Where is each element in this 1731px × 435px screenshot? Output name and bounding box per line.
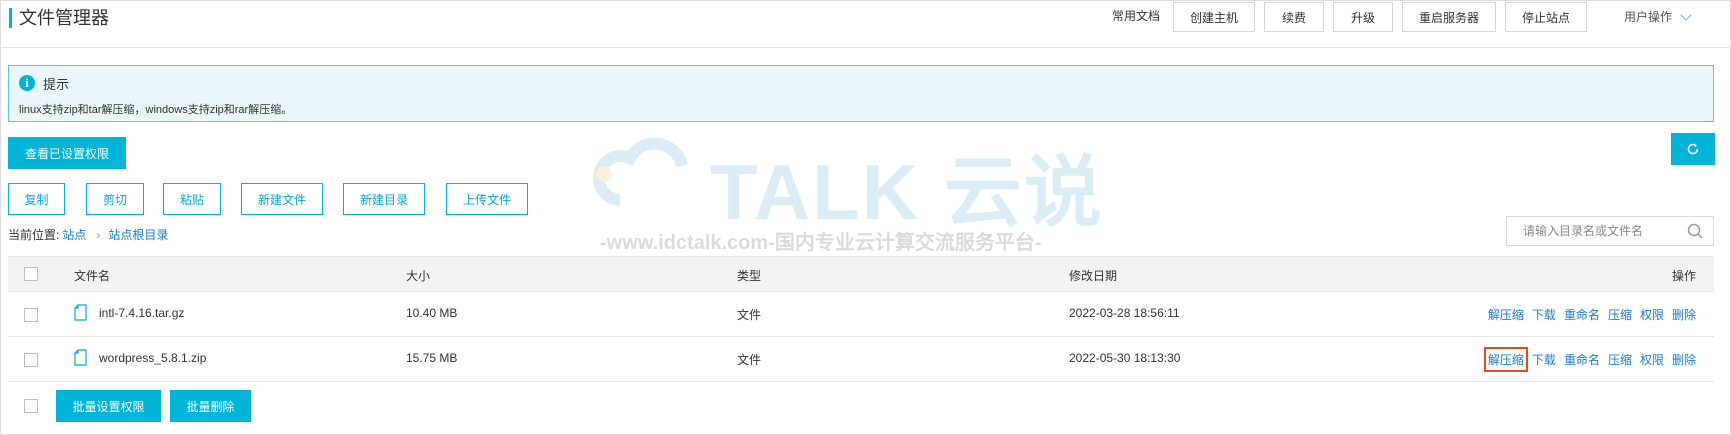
file-size: 10.40 MB xyxy=(406,306,458,320)
refresh-button[interactable] xyxy=(1671,133,1715,165)
file-type: 文件 xyxy=(737,353,762,367)
search-input[interactable] xyxy=(1507,217,1677,245)
breadcrumb: 当前位置: 站点 › 站点根目录 xyxy=(8,226,168,243)
header-actions: 操作 xyxy=(1671,269,1696,283)
file-type: 文件 xyxy=(737,308,762,322)
new-file-button[interactable]: 新建文件 xyxy=(241,183,323,215)
file-name[interactable]: intl-7.4.16.tar.gz xyxy=(99,306,184,320)
copy-button[interactable]: 复制 xyxy=(8,183,65,215)
create-host-button[interactable]: 创建主机 xyxy=(1173,2,1255,32)
notice-box: i 提示 linux支持zip和tar解压缩，windows支持zip和rar解… xyxy=(8,65,1714,122)
download-link[interactable]: 下载 xyxy=(1532,351,1556,368)
select-all-checkbox[interactable] xyxy=(24,267,38,281)
info-icon: i xyxy=(19,75,35,91)
chevron-down-icon xyxy=(1680,8,1692,21)
page-title: 文件管理器 xyxy=(19,8,109,28)
header-name: 文件名 xyxy=(74,269,111,283)
row-checkbox[interactable] xyxy=(24,353,38,367)
batch-set-permissions-button[interactable]: 批量设置权限 xyxy=(56,390,161,422)
notice-title: 提示 xyxy=(43,77,70,92)
batch-delete-button[interactable]: 批量删除 xyxy=(170,390,251,422)
file-modified: 2022-05-30 18:13:30 xyxy=(1069,351,1181,365)
row-actions: 解压缩 下载 重命名 压缩 权限 删除 xyxy=(1488,306,1696,323)
row-checkbox[interactable] xyxy=(24,308,38,322)
file-modified: 2022-03-28 18:56:11 xyxy=(1069,306,1180,320)
paste-button[interactable]: 粘贴 xyxy=(163,183,221,215)
notice-text: linux支持zip和tar解压缩，windows支持zip和rar解压缩。 xyxy=(19,104,293,116)
compress-link[interactable]: 压缩 xyxy=(1608,351,1632,368)
table-header: 文件名 大小 类型 修改日期 操作 xyxy=(8,256,1714,292)
search-box xyxy=(1506,216,1714,246)
table-row: intl-7.4.16.tar.gz 10.40 MB 文件 2022-03-2… xyxy=(8,292,1714,337)
extract-link[interactable]: 解压缩 xyxy=(1483,347,1528,372)
download-link[interactable]: 下载 xyxy=(1532,306,1556,323)
file-name[interactable]: wordpress_5.8.1.zip xyxy=(99,351,206,365)
search-icon[interactable] xyxy=(1687,223,1703,239)
user-ops-label: 用户操作 xyxy=(1624,10,1673,24)
breadcrumb-prefix: 当前位置: xyxy=(8,228,60,242)
breadcrumb-item-site-root[interactable]: 站点根目录 xyxy=(108,226,168,243)
rename-link[interactable]: 重命名 xyxy=(1564,306,1600,323)
new-directory-button[interactable]: 新建目录 xyxy=(343,183,425,215)
user-ops-dropdown[interactable]: 用户操作 xyxy=(1624,8,1692,25)
refresh-icon xyxy=(1687,143,1699,155)
upload-file-button[interactable]: 上传文件 xyxy=(446,183,528,215)
common-docs-link[interactable]: 常用文档 xyxy=(1112,7,1160,24)
delete-link[interactable]: 删除 xyxy=(1672,351,1696,368)
view-permissions-button[interactable]: 查看已设置权限 xyxy=(8,137,126,169)
delete-link[interactable]: 删除 xyxy=(1672,306,1696,323)
permissions-link[interactable]: 权限 xyxy=(1640,351,1664,368)
header: 文件管理器 常用文档 创建主机 续费 升级 重启服务器 停止站点 用户操作 xyxy=(0,0,1731,48)
permissions-link[interactable]: 权限 xyxy=(1640,306,1664,323)
stop-site-button[interactable]: 停止站点 xyxy=(1505,2,1587,32)
title-accent-bar xyxy=(9,8,12,28)
file-size: 15.75 MB xyxy=(406,351,458,365)
file-icon xyxy=(74,349,87,366)
cut-button[interactable]: 剪切 xyxy=(86,183,144,215)
compress-link[interactable]: 压缩 xyxy=(1608,306,1632,323)
rename-link[interactable]: 重命名 xyxy=(1564,351,1600,368)
breadcrumb-item-site[interactable]: 站点 xyxy=(62,226,86,243)
header-size: 大小 xyxy=(406,269,431,283)
table-row: wordpress_5.8.1.zip 15.75 MB 文件 2022-05-… xyxy=(8,337,1714,382)
batch-select-checkbox[interactable] xyxy=(24,399,38,413)
header-modified: 修改日期 xyxy=(1069,269,1118,283)
restart-server-button[interactable]: 重启服务器 xyxy=(1402,2,1496,32)
extract-link[interactable]: 解压缩 xyxy=(1488,306,1524,323)
file-icon xyxy=(74,304,87,321)
upgrade-button[interactable]: 升级 xyxy=(1333,2,1393,32)
row-actions: 解压缩 下载 重命名 压缩 权限 删除 xyxy=(1483,347,1696,372)
header-type: 类型 xyxy=(737,269,762,283)
renew-button[interactable]: 续费 xyxy=(1264,2,1324,32)
chevron-right-icon: › xyxy=(96,227,101,242)
